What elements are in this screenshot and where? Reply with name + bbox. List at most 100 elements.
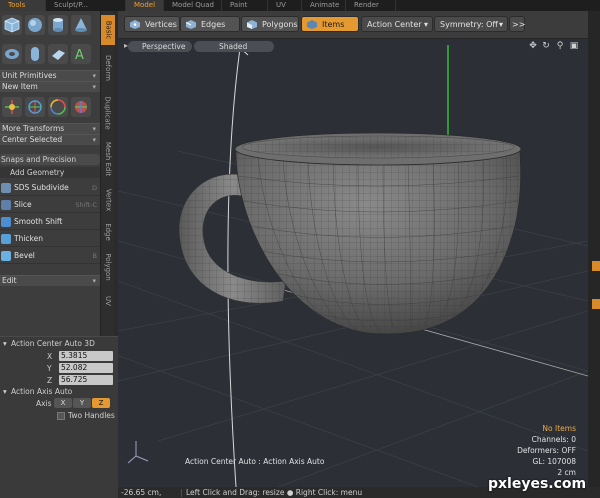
more-transforms-dropdown[interactable]: More Transforms xyxy=(0,123,100,134)
right-panel-tab[interactable] xyxy=(592,299,600,309)
bevel-icon xyxy=(1,250,11,261)
z-label: Z xyxy=(47,376,53,385)
vtab-polygon-label: Polygon xyxy=(104,253,113,281)
bevel-button[interactable]: Bevel B xyxy=(0,248,100,264)
tab-model-quad[interactable]: Model Quad xyxy=(164,0,222,11)
capsule-icon[interactable] xyxy=(25,43,45,64)
axis-z-button[interactable]: Z xyxy=(92,398,110,408)
thicken-icon xyxy=(1,233,11,244)
vertices-icon xyxy=(130,20,140,29)
polygons-icon xyxy=(247,20,257,29)
selection-toolbar: ⋮ Vertices Edges Polygons Items Action C… xyxy=(118,11,588,39)
y-field[interactable]: 52.082 xyxy=(59,363,113,373)
cup-rim xyxy=(234,132,522,166)
move-icon[interactable] xyxy=(2,96,22,117)
vtab-vertex[interactable]: Vertex xyxy=(101,184,115,216)
tab-uv[interactable]: UV xyxy=(268,0,302,11)
x-field[interactable]: 5.3815 xyxy=(59,351,113,361)
maximize-icon[interactable]: ▣ xyxy=(569,40,579,52)
scale-icon[interactable] xyxy=(48,96,68,117)
center-selected-dropdown[interactable]: Center Selected xyxy=(0,134,100,145)
plane-icon[interactable] xyxy=(48,43,68,64)
vtab-edge[interactable]: Edge xyxy=(101,219,115,245)
cone-icon[interactable] xyxy=(71,14,91,35)
tab-render[interactable]: Render xyxy=(346,0,396,11)
tab-model[interactable]: Model xyxy=(126,0,164,11)
smooth-shift-button[interactable]: Smooth Shift xyxy=(0,214,100,230)
sds-subdivide-label: SDS Subdivide xyxy=(14,183,69,192)
vtab-mesh-edit[interactable]: Mesh Edit xyxy=(101,137,115,181)
symmetry-dropdown[interactable]: Symmetry: Off ▾ xyxy=(434,16,508,32)
tab-sculpt-paint[interactable]: Sculpt/P... xyxy=(46,0,126,11)
cube-icon[interactable] xyxy=(2,14,22,35)
collapse-arrow-icon[interactable]: ▾ xyxy=(3,339,7,348)
items-icon xyxy=(307,20,317,29)
view-mode-dropdown[interactable]: Perspective xyxy=(128,41,192,52)
polygons-label: Polygons xyxy=(262,20,298,29)
vertices-label: Vertices xyxy=(145,20,177,29)
transform-icon[interactable] xyxy=(71,96,91,117)
vtab-polygon[interactable]: Polygon xyxy=(101,247,115,287)
add-geometry-section[interactable]: Add Geometry xyxy=(0,167,100,178)
items-label: Items xyxy=(322,20,345,29)
cylinder-icon[interactable] xyxy=(48,14,68,35)
polygons-button[interactable]: Polygons xyxy=(241,16,299,32)
z-field[interactable]: 56.725 xyxy=(59,375,113,385)
tab-tools[interactable]: Tools xyxy=(0,0,46,11)
vtab-basic[interactable]: Basic xyxy=(101,15,115,45)
vtab-basic-label: Basic xyxy=(104,20,113,40)
tab-animate[interactable]: Animate xyxy=(302,0,346,11)
pan-icon[interactable]: ✥ xyxy=(528,40,538,52)
chevron-down-icon: ▾ xyxy=(498,20,503,29)
action-center-dropdown[interactable]: Action Center ▾ xyxy=(361,16,433,32)
smooth-shift-icon xyxy=(1,216,11,227)
tab-paint[interactable]: Paint xyxy=(222,0,268,11)
axis-label: Axis xyxy=(36,399,52,408)
slice-icon xyxy=(1,199,11,210)
vtab-deform[interactable]: Deform xyxy=(101,49,115,87)
axis-x-button[interactable]: X xyxy=(54,398,72,408)
sds-subdivide-button[interactable]: SDS Subdivide D xyxy=(0,180,100,196)
collapse-arrow-icon[interactable]: ▾ xyxy=(3,387,7,396)
more-tools-button[interactable]: >> xyxy=(509,16,525,32)
bevel-label: Bevel xyxy=(14,251,35,260)
axis-curve xyxy=(227,47,241,487)
edges-button[interactable]: Edges xyxy=(180,16,240,32)
text-icon[interactable]: A xyxy=(71,43,91,64)
right-panel-tab[interactable] xyxy=(592,261,600,271)
action-axis-title: Action Axis Auto xyxy=(11,387,73,396)
slice-shortcut: Shift-C xyxy=(75,200,97,209)
vtab-uv-label: UV xyxy=(103,296,112,306)
symmetry-label: Symmetry: Off xyxy=(440,20,498,29)
orbit-icon[interactable]: ↻ xyxy=(541,40,551,52)
watermark-logo: pxleyes.com xyxy=(488,476,587,492)
cursor-coordinate: -26.65 cm, xyxy=(121,488,162,497)
primitive-row-1 xyxy=(0,13,100,36)
slice-button[interactable]: Slice Shift-C xyxy=(0,197,100,213)
vtab-edge-label: Edge xyxy=(104,223,112,241)
items-button[interactable]: Items xyxy=(301,16,359,32)
vtab-mesh-edit-label: Mesh Edit xyxy=(104,141,112,177)
sds-subdivide-shortcut: D xyxy=(91,183,97,192)
vtab-duplicate[interactable]: Duplicate xyxy=(101,91,115,135)
edges-icon xyxy=(186,20,196,29)
right-panel-strip[interactable] xyxy=(588,11,600,498)
torus-icon[interactable] xyxy=(2,43,22,64)
viewport-status-text: Action Center Auto : Action Axis Auto xyxy=(185,457,325,466)
viewport-header: ▸ Perspective Shaded ✥ ↻ ⚲ ▣ xyxy=(118,40,588,52)
rotate-icon[interactable] xyxy=(25,96,45,117)
zoom-icon[interactable]: ⚲ xyxy=(555,40,565,52)
unit-primitives-dropdown[interactable]: Unit Primitives xyxy=(0,70,100,81)
thicken-button[interactable]: Thicken xyxy=(0,231,100,247)
shading-mode-dropdown[interactable]: Shaded xyxy=(194,41,274,52)
two-handles-checkbox[interactable] xyxy=(57,412,65,420)
new-item-dropdown[interactable]: New Item xyxy=(0,81,100,92)
snaps-precision-section[interactable]: Snaps and Precision xyxy=(0,154,100,165)
vtab-uv[interactable]: UV xyxy=(101,291,115,311)
axis-y-button[interactable]: Y xyxy=(73,398,91,408)
sphere-icon[interactable] xyxy=(25,14,45,35)
3d-viewport[interactable]: ⋮ Vertices Edges Polygons Items Action C… xyxy=(118,11,588,487)
viewport-scene[interactable] xyxy=(118,11,588,487)
edit-dropdown[interactable]: Edit xyxy=(0,275,100,286)
vertices-button[interactable]: Vertices xyxy=(124,16,180,32)
